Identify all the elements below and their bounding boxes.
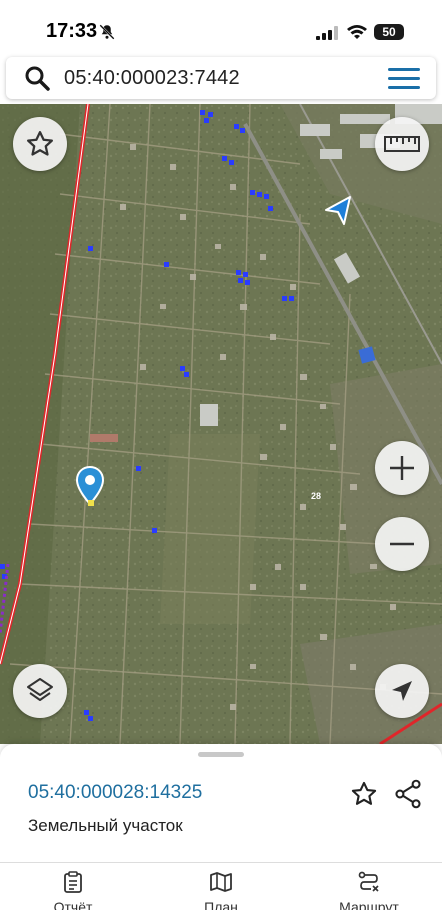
star-outline-icon[interactable]	[350, 780, 378, 808]
user-location-arrow-icon	[325, 196, 351, 225]
zoom-out-button[interactable]	[375, 517, 429, 571]
search-bar[interactable]: 05:40:000023:7442	[6, 57, 436, 99]
cellular-signal-icon	[316, 26, 338, 40]
battery-icon: 50	[374, 24, 404, 40]
parcel-info-sheet[interactable]: 05:40:000028:14325 Земельный участок	[0, 744, 442, 862]
satellite-map[interactable]: 28	[0, 104, 442, 744]
route-icon	[358, 871, 379, 892]
ruler-button[interactable]	[375, 117, 429, 171]
minus-icon	[390, 542, 414, 546]
share-icon[interactable]	[394, 779, 422, 809]
zoom-in-button[interactable]	[375, 441, 429, 495]
favorite-map-button[interactable]	[13, 117, 67, 171]
tab-report-label: Отчёт	[53, 899, 93, 910]
tab-plan[interactable]: План	[166, 871, 276, 910]
tab-route[interactable]: Маршрут	[314, 871, 424, 910]
bell-off-icon	[99, 24, 115, 40]
tab-report[interactable]: Отчёт	[18, 871, 128, 910]
status-time: 17:33	[46, 20, 98, 42]
map-imagery	[0, 104, 442, 744]
parcel-cadastral-number[interactable]: 05:40:000028:14325	[28, 782, 202, 804]
parcel-type-label: Земельный участок	[28, 816, 183, 835]
tab-route-label: Маршрут	[339, 899, 399, 910]
status-bar: 17:33 50	[0, 0, 442, 58]
sheet-grabber[interactable]	[198, 752, 244, 757]
plus-icon	[390, 456, 414, 480]
ruler-icon	[384, 136, 420, 152]
my-location-button[interactable]	[375, 664, 429, 718]
search-input[interactable]: 05:40:000023:7442	[64, 67, 240, 90]
bottom-tab-bar: Отчёт План Маршрут	[0, 862, 442, 910]
navigation-arrow-icon	[392, 681, 412, 701]
search-icon[interactable]	[24, 65, 50, 91]
map-plan-icon	[210, 872, 232, 892]
layers-icon	[27, 678, 53, 701]
menu-icon[interactable]	[388, 68, 420, 90]
layers-button[interactable]	[13, 664, 67, 718]
wifi-icon	[347, 25, 367, 39]
pin-target-marker	[88, 500, 94, 506]
map-parcel-label: 28	[311, 491, 322, 501]
report-clipboard-icon	[64, 871, 82, 893]
star-outline-icon	[27, 131, 53, 156]
tab-plan-label: План	[204, 899, 238, 910]
